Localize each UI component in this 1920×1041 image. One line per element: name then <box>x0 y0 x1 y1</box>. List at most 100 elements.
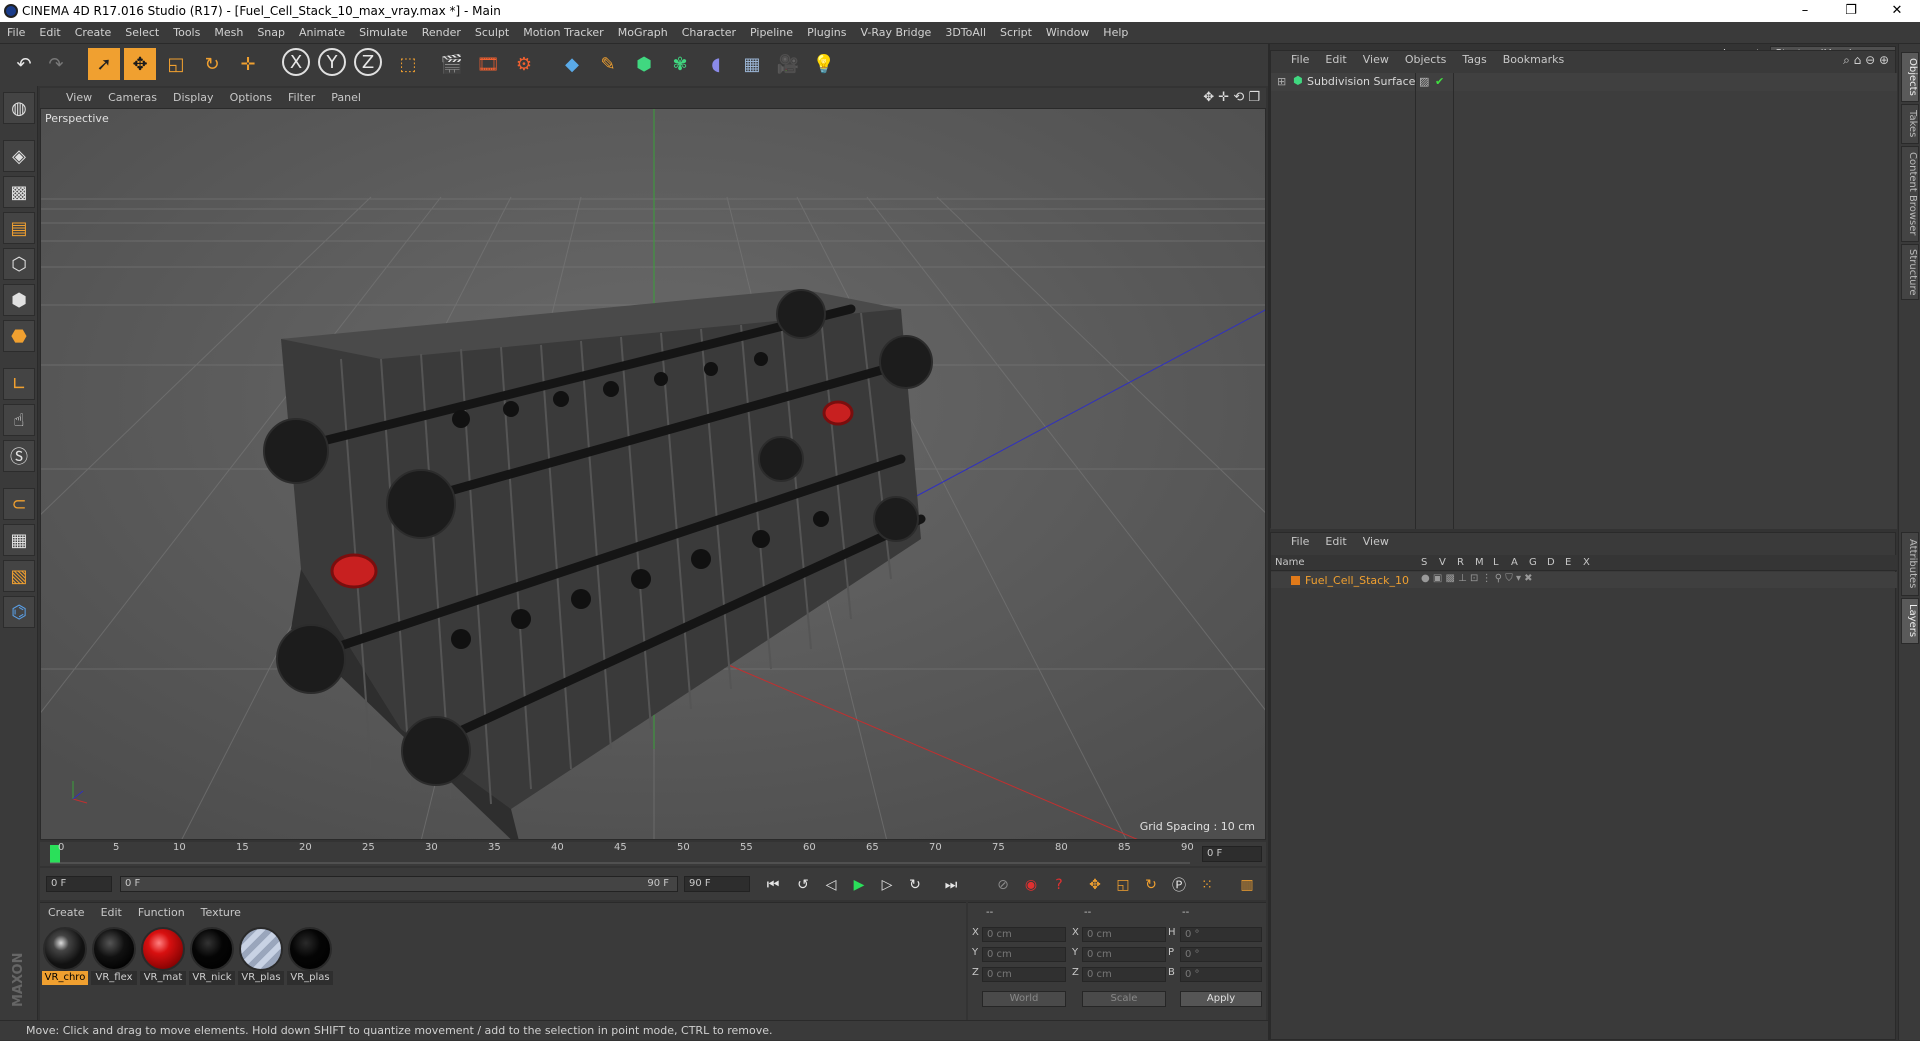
menu-plugins[interactable]: Plugins <box>800 22 853 44</box>
col-visible[interactable]: V <box>1439 557 1446 568</box>
z-axis-icon[interactable]: Z <box>354 48 382 76</box>
start-frame-field[interactable]: 0 F <box>46 876 112 892</box>
menu-mograph[interactable]: MoGraph <box>611 22 675 44</box>
object-row[interactable]: ⊞ ⬢ Subdivision Surface ▨ ✔ <box>1271 73 1897 91</box>
key-position-icon[interactable]: ✥ <box>1084 874 1106 896</box>
menu-vray-bridge[interactable]: V-Ray Bridge <box>853 22 938 44</box>
next-frame-icon[interactable]: ▷ <box>876 874 898 896</box>
obj-menu-edit[interactable]: Edit <box>1317 51 1354 69</box>
workplane-icon[interactable]: ▦ <box>3 524 35 556</box>
render-view-icon[interactable]: 🎬 <box>436 48 468 80</box>
snap-icon[interactable]: ⊂ <box>3 488 35 520</box>
menu-mesh[interactable]: Mesh <box>207 22 250 44</box>
material-swatch[interactable]: VR_flex <box>91 927 137 985</box>
undo-icon[interactable]: ↶ <box>8 48 40 80</box>
object-tree[interactable]: ⊞ ⬢ Subdivision Surface ▨ ✔ <box>1271 73 1897 529</box>
current-frame-field[interactable]: 0 F <box>1202 846 1262 862</box>
menu-character[interactable]: Character <box>675 22 743 44</box>
workplane-lock-icon[interactable]: ▧ <box>3 560 35 592</box>
object-name[interactable]: Subdivision Surface <box>1307 75 1415 88</box>
obj-menu-view[interactable]: View <box>1355 51 1397 69</box>
obj-menu-objects[interactable]: Objects <box>1397 51 1455 69</box>
col-manager[interactable]: M <box>1475 557 1484 568</box>
go-to-start-icon[interactable]: ⏮ <box>762 874 784 896</box>
tab-content-browser[interactable]: Content Browser <box>1901 146 1919 242</box>
points-mode-icon[interactable]: ⬡ <box>3 248 35 280</box>
obj-menu-file[interactable]: File <box>1283 51 1317 69</box>
layer-name[interactable]: Fuel_Cell_Stack_10 <box>1305 574 1409 587</box>
viewport-menu-panel[interactable]: Panel <box>323 88 369 108</box>
viewport-menu-filter[interactable]: Filter <box>280 88 323 108</box>
menu-create[interactable]: Create <box>68 22 119 44</box>
keyframe-selection-icon[interactable]: ? <box>1048 874 1070 896</box>
maximize-button[interactable]: ❐ <box>1828 0 1874 22</box>
array-icon[interactable]: ✾ <box>664 48 696 80</box>
layer-flag-icons[interactable]: ● ▣ ▩ ⊥ ⊡ ⋮ ⚲ ⛉ ▾ ✖ <box>1421 573 1533 584</box>
end-frame-field[interactable]: 90 F <box>684 876 750 892</box>
material-swatch[interactable]: VR_mat <box>140 927 186 985</box>
python-icon[interactable]: ⌬ <box>3 596 35 628</box>
size-y-field[interactable]: 0 cm <box>1082 947 1166 962</box>
preview-range-slider[interactable]: 0 F 90 F <box>120 876 678 892</box>
col-deformers[interactable]: D <box>1547 557 1555 568</box>
autokey-icon[interactable]: ◉ <box>1020 874 1042 896</box>
size-x-field[interactable]: 0 cm <box>1082 927 1166 942</box>
material-menu-create[interactable]: Create <box>40 903 93 923</box>
camera-icon[interactable]: 🎥 <box>772 48 804 80</box>
key-rotation-icon[interactable]: ↻ <box>1140 874 1162 896</box>
layer-row[interactable]: Fuel_Cell_Stack_10 ● ▣ ▩ ⊥ ⊡ ⋮ ⚲ ⛉ ▾ ✖ <box>1271 572 1897 588</box>
polygons-mode-icon[interactable]: ⬣ <box>3 320 35 352</box>
menu-edit[interactable]: Edit <box>32 22 67 44</box>
material-menu-texture[interactable]: Texture <box>193 903 249 923</box>
light-icon[interactable]: 💡 <box>808 48 840 80</box>
texture-mode-icon[interactable]: ▩ <box>3 176 35 208</box>
col-generators[interactable]: G <box>1529 557 1537 568</box>
deformer-icon[interactable]: ◖ <box>700 48 732 80</box>
obj-menu-bookmarks[interactable]: Bookmarks <box>1495 51 1572 69</box>
layer-menu-file[interactable]: File <box>1283 533 1317 551</box>
menu-simulate[interactable]: Simulate <box>352 22 415 44</box>
rotation-p-field[interactable]: 0 ° <box>1180 947 1262 962</box>
tab-attributes[interactable]: Attributes <box>1901 532 1919 596</box>
coordinate-system-icon[interactable]: ⬚ <box>392 48 424 80</box>
y-axis-icon[interactable]: Y <box>318 48 346 76</box>
axis-mode-icon[interactable]: ∟ <box>3 368 35 400</box>
key-pla-icon[interactable]: ⁙ <box>1196 874 1218 896</box>
workplane-mode-icon[interactable]: ▤ <box>3 212 35 244</box>
spline-pen-icon[interactable]: ✎ <box>592 48 624 80</box>
go-to-end-icon[interactable]: ⏭ <box>940 874 962 896</box>
solo-mode-icon[interactable]: Ⓢ <box>3 440 35 472</box>
viewport-menu-options[interactable]: Options <box>222 88 280 108</box>
rotate-tool-icon[interactable]: ↻ <box>196 48 228 80</box>
live-selection-icon[interactable]: ➚ <box>88 48 120 80</box>
key-scale-icon[interactable]: ◱ <box>1112 874 1134 896</box>
position-z-field[interactable]: 0 cm <box>982 967 1066 982</box>
tweak-mode-icon[interactable]: ☝ <box>3 404 35 436</box>
timeline-window-icon[interactable]: ▥ <box>1236 874 1258 896</box>
tab-takes[interactable]: Takes <box>1901 104 1919 144</box>
world-dropdown[interactable]: World <box>982 991 1066 1007</box>
scale-tool-icon[interactable]: ◱ <box>160 48 192 80</box>
key-parameter-icon[interactable]: Ⓟ <box>1168 874 1190 896</box>
col-solo[interactable]: S <box>1421 557 1427 568</box>
minimize-button[interactable]: – <box>1782 0 1828 22</box>
expand-icon[interactable]: ⊞ <box>1277 75 1286 88</box>
x-axis-icon[interactable]: X <box>282 48 310 76</box>
menu-pipeline[interactable]: Pipeline <box>743 22 800 44</box>
position-y-field[interactable]: 0 cm <box>982 947 1066 962</box>
move-tool-icon[interactable]: ✥ <box>124 48 156 80</box>
col-expressions[interactable]: E <box>1565 557 1571 568</box>
menu-script[interactable]: Script <box>993 22 1039 44</box>
timeline-ruler[interactable]: 0 5 10 15 20 25 30 35 40 45 50 55 60 65 … <box>40 842 1266 866</box>
rotation-h-field[interactable]: 0 ° <box>1180 927 1262 942</box>
rotation-b-field[interactable]: 0 ° <box>1180 967 1262 982</box>
col-render[interactable]: R <box>1457 557 1464 568</box>
material-menu-function[interactable]: Function <box>130 903 193 923</box>
previous-key-icon[interactable]: ↺ <box>792 874 814 896</box>
viewport-menu-cameras[interactable]: Cameras <box>100 88 165 108</box>
col-xref[interactable]: X <box>1583 557 1590 568</box>
cube-object-icon[interactable]: ◆ <box>556 48 588 80</box>
tab-objects[interactable]: Objects <box>1901 52 1919 102</box>
menu-snap[interactable]: Snap <box>250 22 292 44</box>
position-x-field[interactable]: 0 cm <box>982 927 1066 942</box>
